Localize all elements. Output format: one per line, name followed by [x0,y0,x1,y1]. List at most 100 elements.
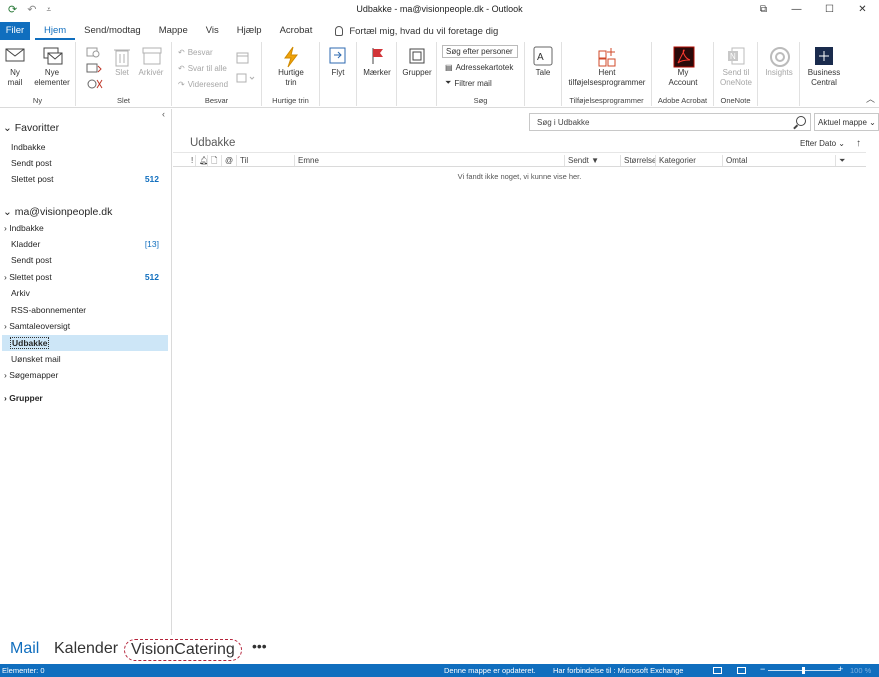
groups-icon [407,46,427,66]
groups-label: Grupper [402,68,432,77]
nav-mail[interactable]: Mail [10,640,39,658]
reply-button[interactable]: ↶ Besvar [178,48,213,57]
nav-more-icon[interactable]: ••• [252,638,267,654]
zoom-level[interactable]: 100 % [850,666,871,675]
favorite-inbox[interactable]: Indbakke [11,142,46,152]
column-sent[interactable]: Sendt ▼ [564,155,620,166]
search-icon[interactable] [796,116,806,126]
insights-button[interactable]: Insights [762,46,796,78]
folder-drafts[interactable]: Kladder [11,239,40,249]
column-subject[interactable]: Emne [294,155,564,166]
folder-inbox[interactable]: › Indbakke [4,223,44,233]
zoom-slider-thumb[interactable] [802,667,805,674]
delete-button[interactable]: Slet [112,46,132,78]
folder-outbox[interactable]: Udbakke [2,335,168,351]
column-mention[interactable]: Omtal [722,155,835,166]
column-categories[interactable]: Kategorier [655,155,722,166]
get-addins-button[interactable]: Hent tilføjelsesprogrammer [564,46,650,88]
ignore-icon[interactable] [86,46,100,60]
group-label-respond: Besvar [204,96,229,105]
send-onenote-button[interactable]: N Send til OneNote [716,46,756,88]
favorite-sent[interactable]: Sendt post [11,158,52,168]
sort-by-dropdown[interactable]: Efter Dato ⌄ [800,139,845,148]
filter-mail-label: Filtrer mail [454,78,492,88]
nav-visioncatering[interactable]: VisionCatering [124,639,242,661]
ribbon-display-options-icon[interactable]: ⧉ [747,0,780,19]
forward-icon: ↷ [178,80,185,89]
envelope-icon [5,46,25,66]
tab-send-receive[interactable]: Send/modtag [75,22,150,40]
minimize-button[interactable]: — [780,0,813,19]
reply-all-label: Svar til alle [187,64,227,73]
empty-list-message: Vi fandt ikke noget, vi kunne vise her. [457,172,582,181]
zoom-out-icon[interactable]: − [760,664,765,674]
new-items-button[interactable]: Nye elementer [32,46,72,88]
groups-header[interactable]: › Grupper [4,393,43,403]
junk-icon[interactable] [86,78,104,92]
tab-help[interactable]: Hjælp [228,22,271,40]
group-adobe: My Account Adobe Acrobat [652,42,714,106]
account-header[interactable]: ⌄ ma@visionpeople.dk [3,206,112,218]
quick-steps-button[interactable]: Hurtige trin [270,46,312,88]
column-size[interactable]: Størrelse [620,155,656,166]
reading-view-icon[interactable] [737,667,746,674]
speech-button[interactable]: A Tale [531,46,555,78]
tab-folder[interactable]: Mappe [150,22,197,40]
maximize-button[interactable]: ☐ [813,0,846,19]
folder-deleted-label: Slettet post [9,272,52,282]
more-respond-icon[interactable] [236,72,256,86]
move-button[interactable]: Flyt [326,46,350,78]
status-items: Elementer: 0 [2,666,45,675]
business-central-button[interactable]: Business Central [802,46,846,88]
folder-search-folders[interactable]: › Søgemapper [4,370,58,380]
forward-button[interactable]: ↷ Videresend [178,80,228,89]
archive-button[interactable]: Arkivér [136,46,166,78]
favorites-header[interactable]: ⌄ Favoritter [3,122,59,134]
nav-calendar[interactable]: Kalender [54,640,118,658]
filter-mail-button[interactable]: ⏷ Filtrer mail [445,78,492,88]
group-label-quick-steps: Hurtige trin [272,96,309,105]
icon-column-icon[interactable]: 🗋 [207,155,217,166]
search-scope-dropdown[interactable]: Aktuel mappe ⌄ [814,113,879,131]
filter-column-icon[interactable]: ⏷ [835,155,855,166]
folder-sent[interactable]: Sendt post [11,255,52,265]
tab-home[interactable]: Hjem [35,22,76,40]
group-label-delete: Slet [117,96,130,105]
search-input[interactable]: Søg i Udbakke [529,113,811,131]
tell-me-box[interactable]: Fortæl mig, hvad du vil foretage dig [335,26,498,37]
sort-direction-icon[interactable]: ↑ [856,138,861,149]
favorite-deleted[interactable]: Slettet post [11,174,54,184]
group-label-onenote: OneNote [720,96,751,105]
folder-conversation-history[interactable]: › Samtaleoversigt [4,321,70,331]
groups-button[interactable]: Grupper [399,46,435,78]
tab-acrobat[interactable]: Acrobat [271,22,322,40]
group-insights: Insights [758,42,800,106]
tab-view[interactable]: Vis [197,22,228,40]
zoom-in-icon[interactable]: + [838,664,843,674]
folder-junk[interactable]: Uønsket mail [11,354,61,364]
meeting-icon[interactable] [236,52,250,66]
folder-rss[interactable]: RSS-abonnementer [11,305,86,315]
tags-button[interactable]: Mærker [362,46,392,78]
new-mail-button[interactable]: Ny mail [4,46,26,88]
attachment-column-icon[interactable]: @ [221,155,233,166]
groups-header-label: Grupper [9,393,43,403]
cleanup-icon[interactable] [86,62,104,76]
close-button[interactable]: ✕ [846,0,879,19]
tab-file[interactable]: Filer [0,22,30,40]
collapse-pane-icon[interactable]: ‹ [162,109,165,119]
group-move: Flyt [320,42,357,106]
folder-deleted[interactable]: › Slettet post [4,272,52,282]
reply-all-button[interactable]: ↶ Svar til alle [178,64,227,73]
column-to[interactable]: Til [236,155,294,166]
search-people-input[interactable]: Søg efter personer [442,45,518,58]
folder-archive[interactable]: Arkiv [11,288,30,298]
status-connection: Har forbindelse til : Microsoft Exchange [553,666,684,675]
importance-column-icon[interactable]: ! [188,155,193,166]
address-book-button[interactable]: ▤ Adressekartotek [445,63,513,72]
normal-view-icon[interactable] [713,667,722,674]
collapse-ribbon-icon[interactable]: ︿ [866,92,875,105]
search-placeholder: Søg i Udbakke [537,118,590,127]
group-onenote: N Send til OneNote OneNote [714,42,758,106]
my-account-button[interactable]: My Account [658,46,708,88]
